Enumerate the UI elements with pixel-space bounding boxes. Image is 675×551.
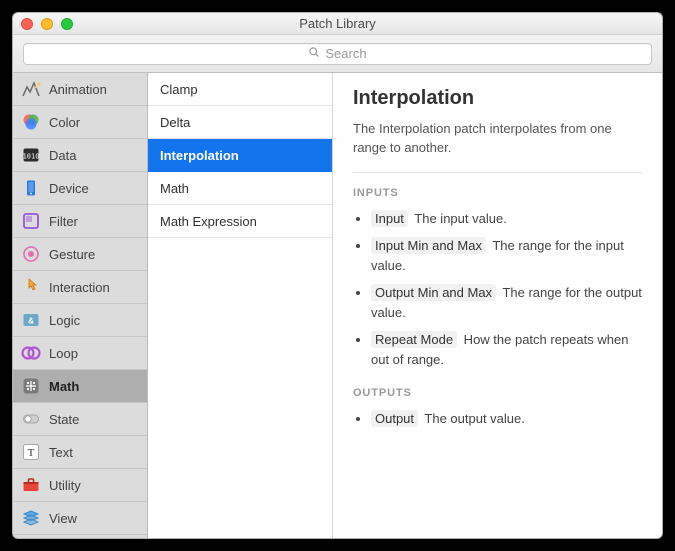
sidebar-item-logic[interactable]: & Logic <box>13 304 147 337</box>
color-icon <box>21 112 41 132</box>
detail-pane: Interpolation The Interpolation patch in… <box>333 73 662 538</box>
inputs-list: Input The input value. Input Min and Max … <box>353 209 642 370</box>
sidebar-item-interaction[interactable]: Interaction <box>13 271 147 304</box>
utility-icon <box>21 475 41 495</box>
window-controls <box>21 18 73 30</box>
sidebar-item-utility[interactable]: Utility <box>13 469 147 502</box>
view-icon <box>21 508 41 528</box>
minimize-button[interactable] <box>41 18 53 30</box>
outputs-list: Output The output value. <box>353 409 642 429</box>
param-name: Output <box>371 410 418 427</box>
category-sidebar: Animation Color 1010 Data Device Filter Gestur… <box>13 73 148 538</box>
patch-item-math-expression[interactable]: Math Expression <box>148 205 332 238</box>
sidebar-item-label: Animation <box>49 82 107 97</box>
search-icon <box>308 46 320 61</box>
sidebar-item-state[interactable]: State <box>13 403 147 436</box>
patch-item-clamp[interactable]: Clamp <box>148 73 332 106</box>
sidebar-item-label: View <box>49 511 77 526</box>
sidebar-item-loop[interactable]: Loop <box>13 337 147 370</box>
sidebar-item-label: Logic <box>49 313 80 328</box>
sidebar-item-filter[interactable]: Filter <box>13 205 147 238</box>
patch-item-interpolation[interactable]: Interpolation <box>148 139 332 172</box>
patch-item-math[interactable]: Math <box>148 172 332 205</box>
zoom-button[interactable] <box>61 18 73 30</box>
detail-title: Interpolation <box>353 87 642 110</box>
animation-icon <box>21 79 41 99</box>
sidebar-item-label: Device <box>49 181 89 196</box>
sidebar-item-gesture[interactable]: Gesture <box>13 238 147 271</box>
detail-description: The Interpolation patch interpolates fro… <box>353 120 642 158</box>
sidebar-item-label: Color <box>49 115 80 130</box>
svg-text:T: T <box>28 447 35 459</box>
close-button[interactable] <box>21 18 33 30</box>
svg-text:1010: 1010 <box>23 153 40 161</box>
data-icon: 1010 <box>21 145 41 165</box>
titlebar: Patch Library <box>13 13 662 35</box>
window: Patch Library Search Animation Color 1010 D… <box>12 12 663 539</box>
param-item: Repeat Mode How the patch repeats when o… <box>371 330 642 369</box>
param-item: Output The output value. <box>371 409 642 429</box>
window-title: Patch Library <box>13 16 662 31</box>
sidebar-item-animation[interactable]: Animation <box>13 73 147 106</box>
sidebar-item-label: Math <box>49 379 79 394</box>
sidebar-item-device[interactable]: Device <box>13 172 147 205</box>
logic-icon: & <box>21 310 41 330</box>
loop-icon <box>21 343 41 363</box>
inputs-heading: INPUTS <box>353 187 642 199</box>
filter-icon <box>21 211 41 231</box>
param-name: Input <box>371 210 408 227</box>
interaction-icon <box>21 277 41 297</box>
sidebar-item-data[interactable]: 1010 Data <box>13 139 147 172</box>
param-desc: The output value. <box>421 411 525 426</box>
param-item: Output Min and Max The range for the out… <box>371 283 642 322</box>
toolbar: Search <box>13 35 662 73</box>
svg-text:&: & <box>28 317 34 326</box>
param-name: Output Min and Max <box>371 284 496 301</box>
sidebar-item-label: Filter <box>49 214 78 229</box>
sidebar-item-label: Loop <box>49 346 78 361</box>
patch-item-delta[interactable]: Delta <box>148 106 332 139</box>
gesture-icon <box>21 244 41 264</box>
sidebar-item-label: Text <box>49 445 73 460</box>
sidebar-item-label: State <box>49 412 79 427</box>
sidebar-item-label: Utility <box>49 478 81 493</box>
math-icon <box>21 376 41 396</box>
param-desc: The input value. <box>411 211 507 226</box>
sidebar-item-view[interactable]: View <box>13 502 147 535</box>
text-icon: T <box>21 442 41 462</box>
state-icon <box>21 409 41 429</box>
outputs-heading: OUTPUTS <box>353 387 642 399</box>
param-item: Input Min and Max The range for the inpu… <box>371 236 642 275</box>
search-placeholder: Search <box>325 46 366 61</box>
param-name: Input Min and Max <box>371 237 486 254</box>
sidebar-item-color[interactable]: Color <box>13 106 147 139</box>
param-item: Input The input value. <box>371 209 642 229</box>
sidebar-item-label: Interaction <box>49 280 110 295</box>
body: Animation Color 1010 Data Device Filter Gestur… <box>13 73 662 538</box>
patch-list: ClampDeltaInterpolationMathMath Expressi… <box>148 73 333 538</box>
sidebar-item-label: Data <box>49 148 76 163</box>
divider <box>353 172 642 173</box>
device-icon <box>21 178 41 198</box>
param-name: Repeat Mode <box>371 331 457 348</box>
sidebar-item-math[interactable]: Math <box>13 370 147 403</box>
search-input[interactable]: Search <box>23 43 652 65</box>
sidebar-item-label: Gesture <box>49 247 95 262</box>
sidebar-item-text[interactable]: T Text <box>13 436 147 469</box>
